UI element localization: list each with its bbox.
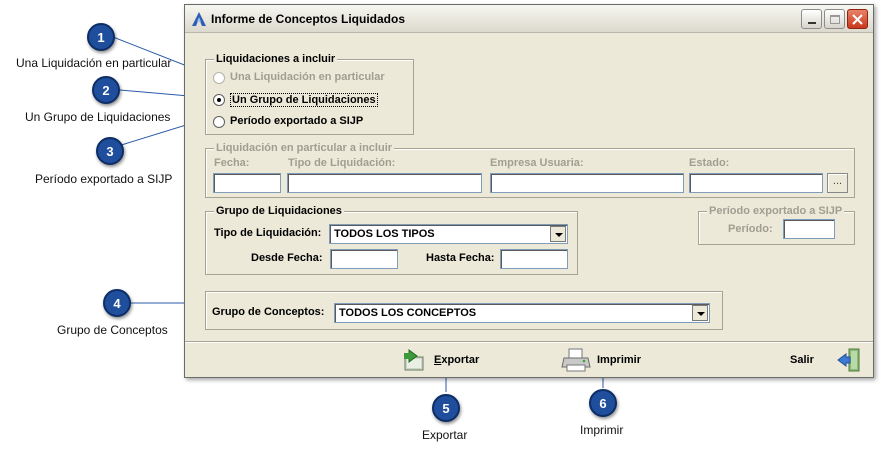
liquidacion-particular-group: Liquidación en particular a incluir Fech… [205,142,855,198]
export-icon [404,349,424,371]
exportar-label: xportar [441,354,480,366]
empresa-usuaria-input[interactable] [490,173,684,193]
annotation-text-1: Una Liquidación en particular [16,56,172,70]
printer-icon [561,348,591,372]
exit-door-icon [837,348,860,372]
browse-liquidacion-button[interactable]: ... [827,173,848,193]
maximize-button[interactable] [824,9,845,29]
grupo-liquidaciones-legend: Grupo de Liquidaciones [214,205,344,217]
tipo-liquidacion-select-value: TODOS LOS TIPOS [334,228,435,240]
periodo-input[interactable] [783,219,835,239]
minimize-icon [807,22,816,24]
grupo-tipo-liquidacion-label: Tipo de Liquidación: [214,227,322,239]
desde-fecha-input[interactable] [330,249,398,269]
grupo-conceptos-select[interactable]: TODOS LOS CONCEPTOS [334,303,710,323]
salir-button[interactable]: Salir [790,346,862,374]
annotation-badge-3: 3 [96,137,124,165]
estado-input[interactable] [689,173,823,193]
grupo-conceptos-group: Grupo de Conceptos: TODOS LOS CONCEPTOS [205,291,723,330]
window-title: Informe de Conceptos Liquidados [211,12,406,26]
tipo-liquidacion-label: Tipo de Liquidación: [288,157,396,169]
annotation-text-6: Imprimir [580,423,624,437]
liquidacion-particular-legend: Liquidación en particular a incluir [214,142,395,154]
close-button[interactable] [847,9,868,29]
chevron-down-icon[interactable] [550,226,566,242]
chevron-down-icon[interactable] [692,305,708,321]
liquidaciones-incluir-group: Liquidaciones a incluir Una Liquidación … [205,53,414,135]
annotation-badge-5: 5 [432,394,460,422]
imprimir-button[interactable]: Imprimir [561,346,641,374]
periodo-sijp-legend: Período exportado a SIJP [707,205,845,217]
grupo-conceptos-select-value: TODOS LOS CONCEPTOS [339,307,477,319]
exportar-button[interactable]: Exportar [402,346,479,374]
radio-periodo-sijp[interactable] [213,116,225,128]
hasta-fecha-label: Hasta Fecha: [426,252,495,264]
grupo-conceptos-label: Grupo de Conceptos: [212,306,325,318]
radio-grupo-liquidaciones[interactable] [213,94,225,106]
fecha-input[interactable] [213,173,281,193]
annotation-badge-4: 4 [103,289,131,317]
periodo-sijp-group: Período exportado a SIJP Período: [698,205,855,245]
empresa-usuaria-label: Empresa Usuaria: [490,157,584,169]
maximize-icon [829,14,840,24]
radio-grupo-liquidaciones-label[interactable]: Un Grupo de Liquidaciones [230,93,378,107]
tipo-liquidacion-select[interactable]: TODOS LOS TIPOS [329,224,568,244]
fecha-label: Fecha: [214,157,250,169]
liquidaciones-incluir-legend: Liquidaciones a incluir [214,53,338,65]
title-bar[interactable]: Informe de Conceptos Liquidados [185,5,873,33]
tipo-liquidacion-input[interactable] [287,173,482,193]
annotation-badge-6: 6 [589,389,617,417]
grupo-liquidaciones-group: Grupo de Liquidaciones Tipo de Liquidaci… [205,205,578,275]
radio-una-liquidacion-label[interactable]: Una Liquidación en particular [230,71,385,83]
annotation-text-2: Un Grupo de Liquidaciones [25,110,171,124]
desde-fecha-label: Desde Fecha: [251,252,323,264]
annotation-text-3: Período exportado a SIJP [35,172,173,186]
minimize-button[interactable] [801,9,822,29]
annotation-badge-2: 2 [92,76,120,104]
app-logo-icon [192,12,206,26]
annotation-badge-1: 1 [87,23,115,51]
bottom-separator [185,341,873,343]
report-window: Informe de Conceptos Liquidados Liquidac… [184,4,874,378]
radio-una-liquidacion[interactable] [213,72,225,84]
imprimir-label: Imprimir [597,354,642,366]
radio-periodo-sijp-label[interactable]: Período exportado a SIJP [230,115,363,127]
annotation-text-5: Exportar [422,428,468,442]
annotation-text-4: Grupo de Conceptos [57,323,168,337]
estado-label: Estado: [689,157,730,169]
close-icon [852,13,863,25]
periodo-label: Período: [728,223,773,235]
salir-label: Salir [790,354,814,366]
hasta-fecha-input[interactable] [500,249,568,269]
